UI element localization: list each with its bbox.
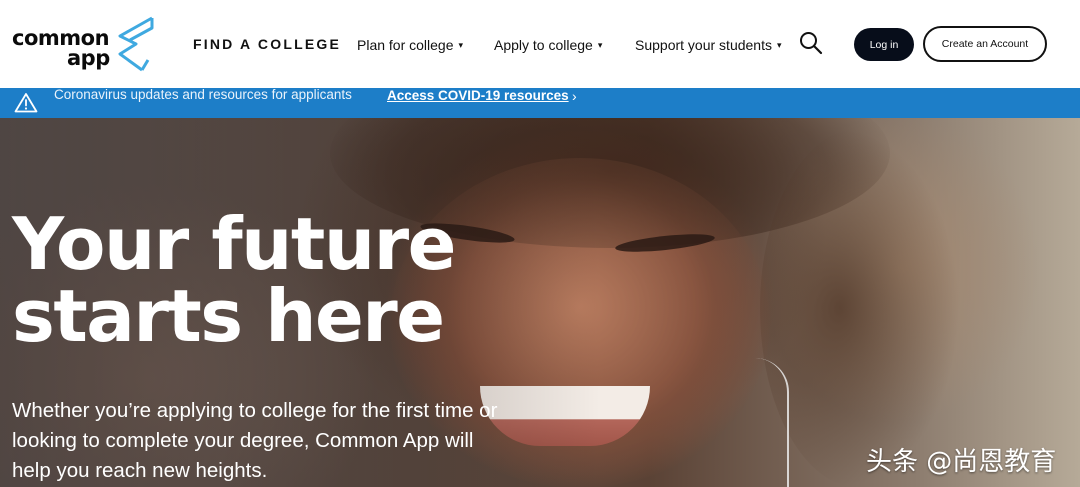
alert-message: Coronavirus updates and resources for ap… [54, 87, 352, 102]
caret-down-icon: ▾ [597, 40, 603, 50]
chevron-right-icon: › [572, 88, 577, 104]
watermark: 头条 @尚恩教育 [866, 447, 1057, 477]
nav-support-your-students[interactable]: Support your students ▾ [635, 37, 782, 53]
nav-apply-to-college[interactable]: Apply to college ▾ [494, 37, 602, 53]
hero-subtitle: Whether you’re applying to college for t… [12, 396, 552, 486]
logo-mark-icon [118, 16, 154, 72]
covid-alert-bar: Coronavirus updates and resources for ap… [0, 88, 1080, 118]
hero-subtitle-line3: help you reach new heights. [12, 459, 268, 482]
hero-subtitle-line2: looking to complete your degree, Common … [12, 429, 474, 452]
logo-text-app: app [67, 46, 110, 70]
caret-down-icon: ▾ [458, 40, 464, 50]
nav-plan-for-college[interactable]: Plan for college ▾ [357, 37, 463, 53]
login-button[interactable]: Log in [854, 28, 914, 61]
site-header: common app FIND A COLLEGE Plan for colle… [0, 0, 1080, 88]
warning-icon [14, 93, 38, 113]
hero-title: Your future starts here [12, 208, 572, 352]
hero-section: Your future starts here Whether you’re a… [0, 118, 1080, 487]
common-app-logo[interactable]: common app [12, 14, 162, 74]
hero-photo-earbud-wire [755, 358, 789, 487]
nav-support-label: Support your students [635, 37, 772, 53]
nav-plan-label: Plan for college [357, 37, 454, 53]
create-account-button[interactable]: Create an Account [923, 26, 1047, 62]
search-icon[interactable] [798, 30, 824, 56]
nav-find-a-college[interactable]: FIND A COLLEGE [193, 36, 341, 52]
hero-subtitle-line1: Whether you’re applying to college for t… [12, 399, 498, 422]
nav-apply-label: Apply to college [494, 37, 593, 53]
hero-title-line2: starts here [12, 274, 445, 358]
hero-photo-hair-side [760, 128, 960, 487]
caret-down-icon: ▾ [776, 40, 782, 50]
covid-resources-link[interactable]: Access COVID-19 resources [387, 88, 569, 103]
